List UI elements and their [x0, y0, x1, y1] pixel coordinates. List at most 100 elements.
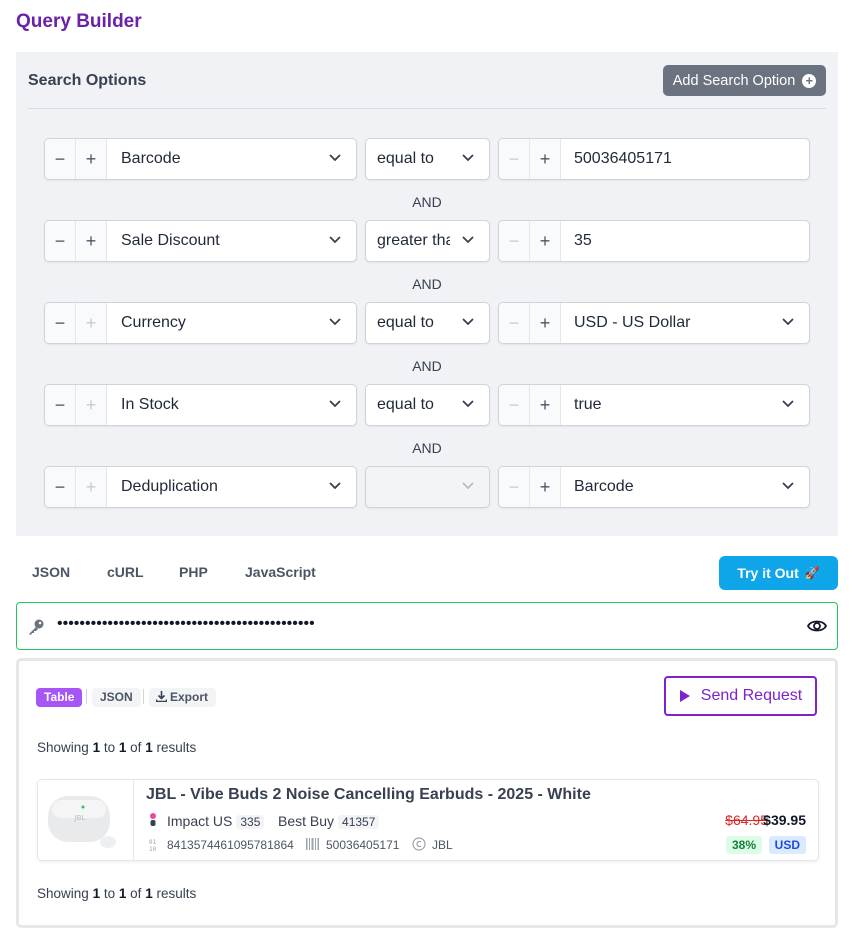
showing-from: 1	[92, 740, 101, 755]
value-input-group: − + 35	[498, 220, 810, 262]
view-tab-json[interactable]: JSON	[92, 688, 141, 707]
tab-javascript[interactable]: JavaScript	[245, 564, 316, 580]
tab-curl[interactable]: cURL	[107, 564, 144, 580]
eye-icon[interactable]	[807, 618, 827, 634]
value-input[interactable]: 50036405171	[574, 139, 794, 179]
value-select[interactable]: USD - US Dollar	[574, 303, 764, 343]
chevron-down-icon	[462, 318, 474, 326]
remove-row-button[interactable]: −	[45, 303, 76, 343]
search-options-title: Search Options	[28, 72, 147, 89]
results-summary-top: Showing 1 to 1 of 1 results	[37, 740, 196, 755]
sale-price: $39.95	[763, 812, 806, 828]
svg-text:10: 10	[149, 846, 157, 852]
add-row-button[interactable]: +	[76, 385, 107, 425]
chevron-down-icon	[782, 400, 794, 408]
add-row-button[interactable]: +	[76, 303, 107, 343]
chevron-down-icon	[782, 482, 794, 490]
operator-select[interactable]: greater than	[377, 221, 450, 261]
field-select[interactable]: Currency	[121, 303, 311, 343]
value-input-group: − + 50036405171	[498, 138, 810, 180]
add-row-button[interactable]: +	[76, 467, 107, 507]
operator-select-group[interactable]: equal to	[365, 302, 490, 344]
product-card[interactable]: JBL JBL - Vibe Buds 2 Noise Cancelling E…	[37, 779, 819, 861]
showing-prefix: Showing	[37, 886, 89, 901]
field-select[interactable]: Sale Discount	[121, 221, 311, 261]
and-connector: AND	[412, 276, 442, 292]
chevron-down-icon	[329, 236, 341, 244]
try-it-out-label: Try it Out	[737, 565, 799, 581]
value-input[interactable]: 35	[574, 221, 794, 261]
product-name[interactable]: JBL - Vibe Buds 2 Noise Cancelling Earbu…	[146, 786, 591, 804]
remove-row-button[interactable]: −	[45, 221, 76, 261]
store-indicator-icon	[150, 813, 156, 826]
operator-select[interactable]	[377, 467, 457, 507]
add-row-button[interactable]: +	[76, 139, 107, 179]
field-select-group: − + Barcode	[44, 138, 357, 180]
export-button[interactable]: Export	[149, 688, 217, 707]
divider	[143, 689, 144, 704]
product-barcode: 50036405171	[326, 838, 400, 852]
remove-value-button[interactable]: −	[499, 221, 530, 261]
download-icon	[155, 691, 168, 703]
operator-select-group[interactable]: equal to	[365, 384, 490, 426]
currency-badge: USD	[768, 836, 806, 854]
remove-value-button[interactable]: −	[499, 467, 530, 507]
value-select-group: − + Barcode	[498, 466, 810, 508]
store-count: 41357	[338, 815, 380, 829]
operator-select[interactable]: equal to	[377, 139, 457, 179]
field-select-group: − + Deduplication	[44, 466, 357, 508]
binary-id-icon: 01 10	[149, 839, 157, 852]
tab-php[interactable]: PHP	[179, 564, 208, 580]
api-key-field[interactable]: ••••••••••••••••••••••••••••••••••••••••…	[16, 602, 838, 650]
add-value-button[interactable]: +	[530, 221, 561, 261]
divider	[86, 689, 87, 704]
add-value-button[interactable]: +	[530, 467, 561, 507]
remove-value-button[interactable]: −	[499, 385, 530, 425]
key-icon	[29, 619, 44, 635]
value-select[interactable]: true	[574, 385, 764, 425]
results-summary-bottom: Showing 1 to 1 of 1 results	[37, 886, 196, 901]
discount-badge: 38%	[725, 836, 762, 854]
operator-select[interactable]: equal to	[377, 303, 457, 343]
tab-json[interactable]: JSON	[32, 564, 70, 580]
operator-select-group[interactable]	[365, 466, 490, 508]
store-name: Impact US	[167, 813, 233, 829]
add-search-option-button[interactable]: Add Search Option +	[663, 65, 826, 96]
page-title: Query Builder	[16, 11, 142, 32]
svg-text:JBL: JBL	[74, 814, 86, 822]
barcode-icon	[306, 838, 319, 850]
product-brand: JBL	[432, 838, 453, 852]
value-select-group: − + true	[498, 384, 810, 426]
chevron-down-icon	[462, 482, 474, 490]
add-value-button[interactable]: +	[530, 385, 561, 425]
operator-select-group[interactable]: greater than	[365, 220, 490, 262]
api-key-value[interactable]: ••••••••••••••••••••••••••••••••••••••••…	[57, 615, 315, 633]
field-select-group: − + In Stock	[44, 384, 357, 426]
showing-to-word: to	[103, 886, 116, 901]
remove-row-button[interactable]: −	[45, 385, 76, 425]
remove-value-button[interactable]: −	[499, 139, 530, 179]
value-select[interactable]: Barcode	[574, 467, 764, 507]
field-select[interactable]: Deduplication	[121, 467, 311, 507]
search-options-header: Search Options Add Search Option +	[28, 52, 826, 109]
rocket-icon: 🚀	[804, 566, 820, 580]
and-connector: AND	[412, 194, 442, 210]
send-request-button[interactable]: Send Request	[664, 676, 817, 716]
field-select[interactable]: In Stock	[121, 385, 311, 425]
remove-value-button[interactable]: −	[499, 303, 530, 343]
remove-row-button[interactable]: −	[45, 467, 76, 507]
store-best-buy: Best Buy 41357	[278, 813, 380, 829]
try-it-out-button[interactable]: Try it Out 🚀	[719, 556, 838, 590]
operator-select[interactable]: equal to	[377, 385, 457, 425]
add-row-button[interactable]: +	[76, 221, 107, 261]
add-value-button[interactable]: +	[530, 139, 561, 179]
original-price: $64.95	[725, 812, 768, 828]
add-value-button[interactable]: +	[530, 303, 561, 343]
field-select[interactable]: Barcode	[121, 139, 311, 179]
remove-row-button[interactable]: −	[45, 139, 76, 179]
showing-total: 1	[145, 740, 153, 755]
view-tab-table[interactable]: Table	[36, 688, 83, 707]
showing-to: 1	[118, 740, 127, 755]
chevron-down-icon	[782, 318, 794, 326]
operator-select-group[interactable]: equal to	[365, 138, 490, 180]
